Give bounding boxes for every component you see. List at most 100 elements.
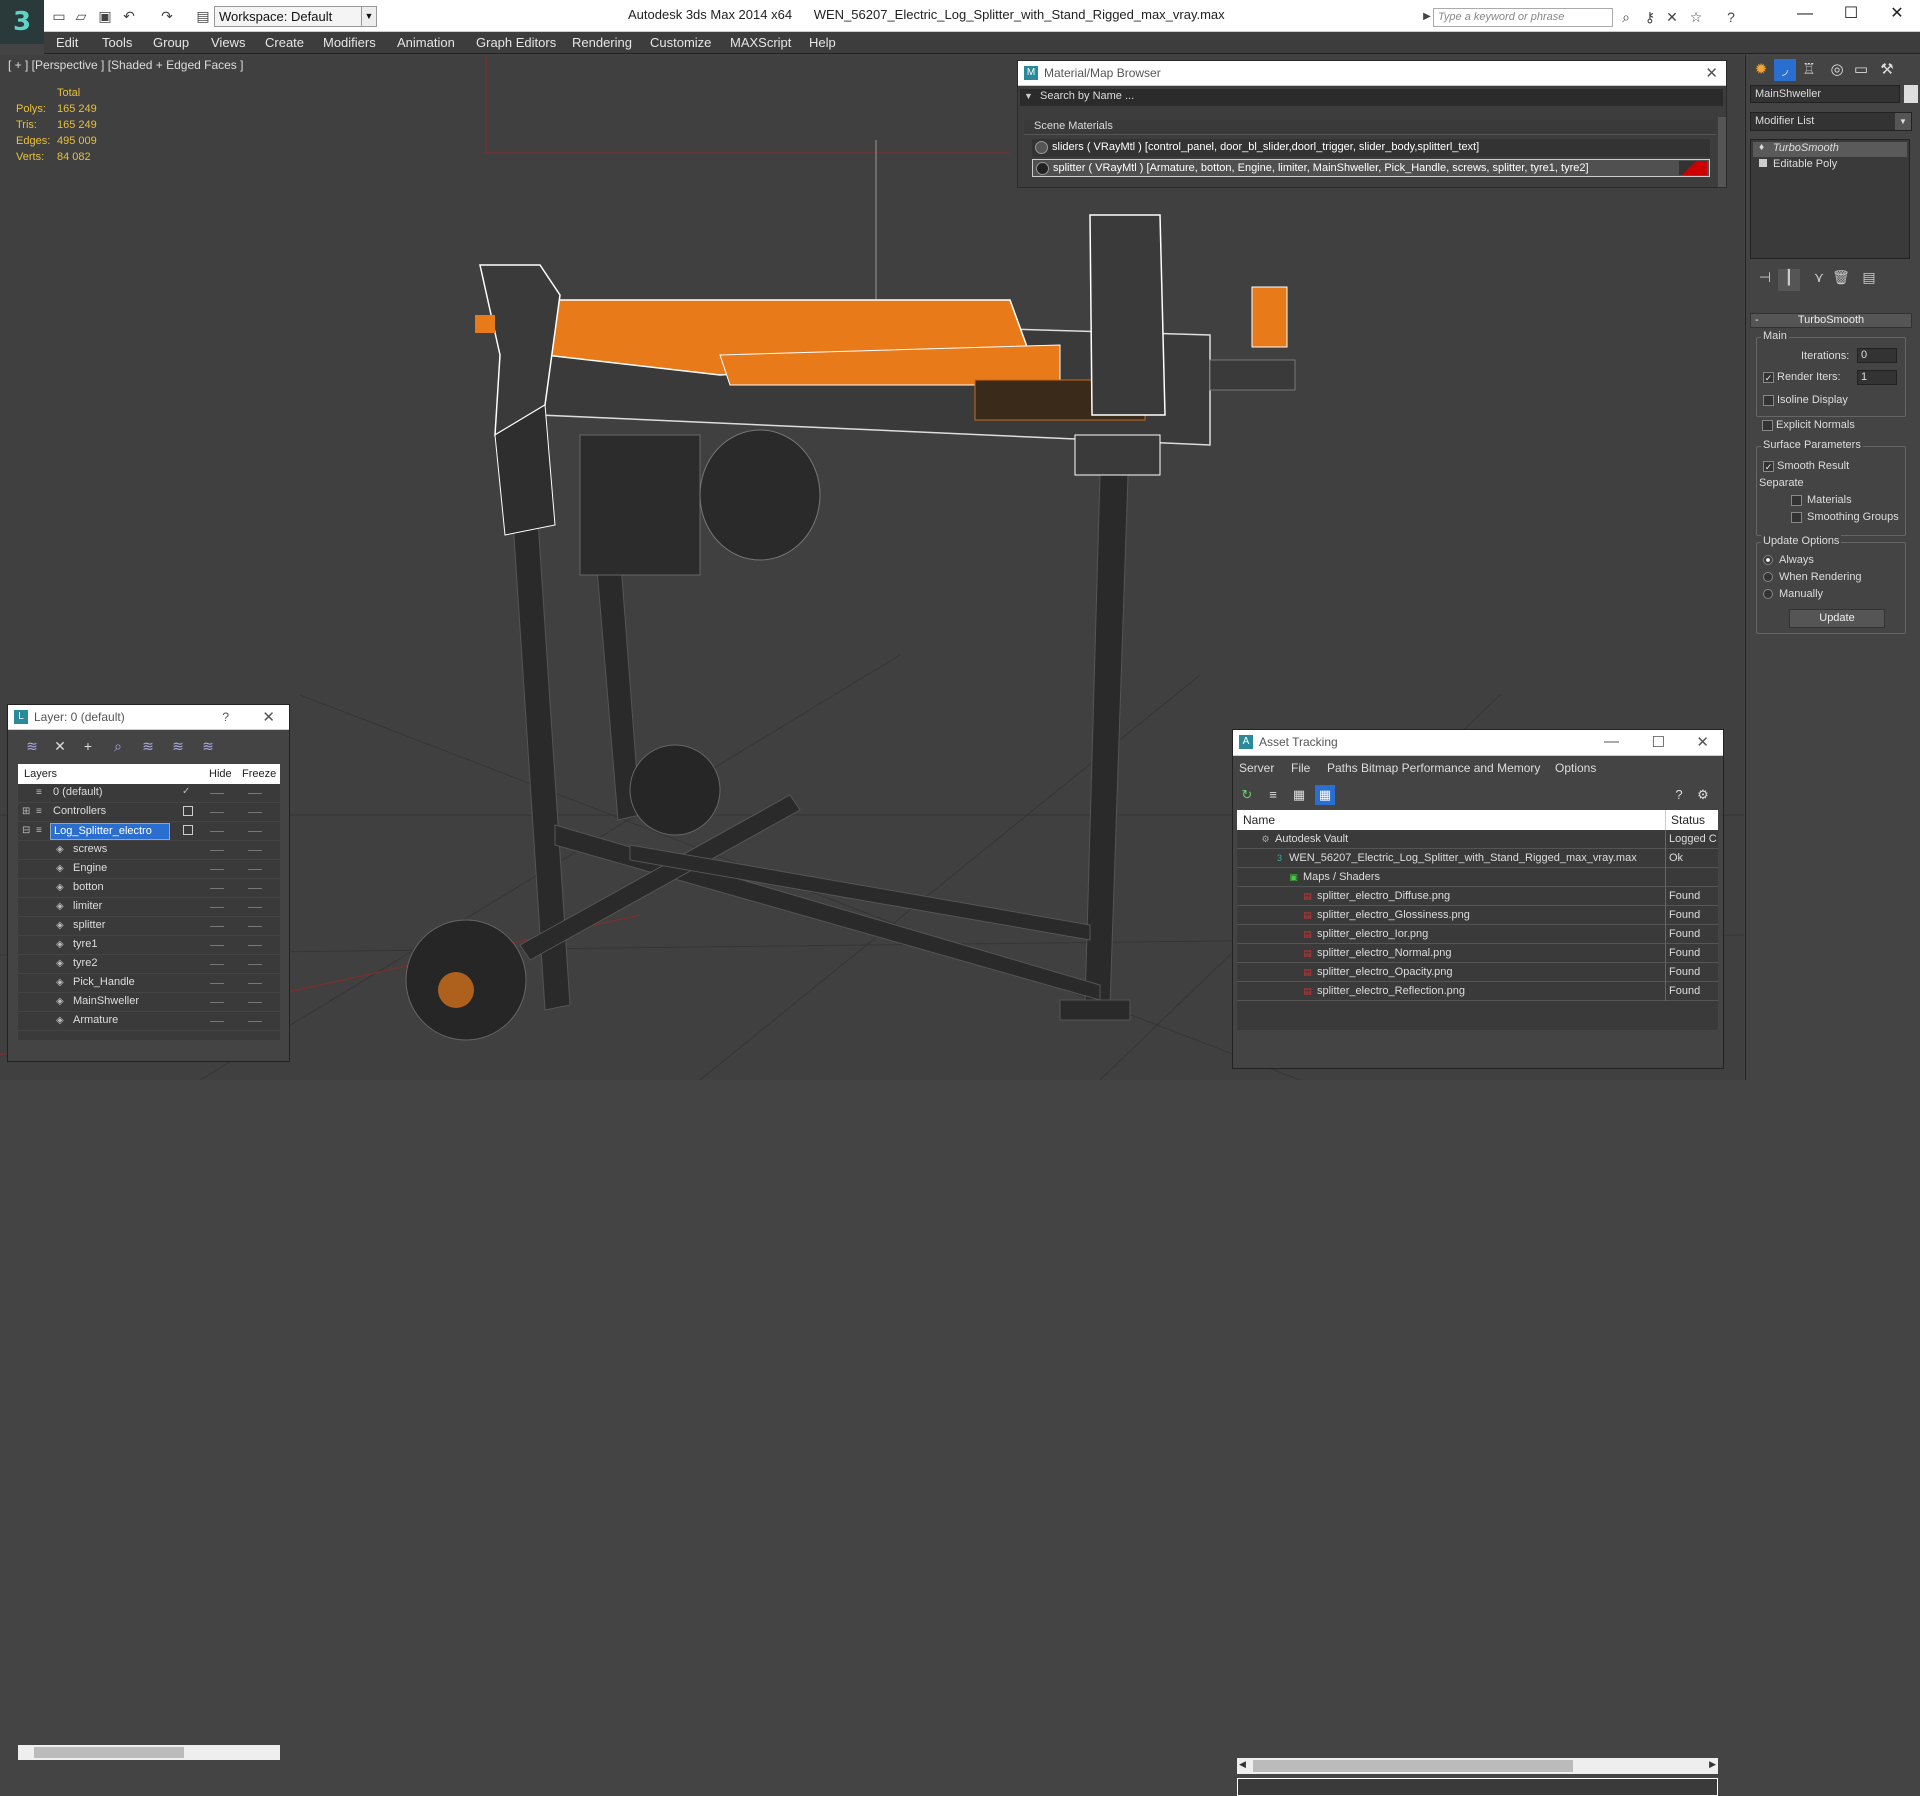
hide-toggle[interactable] (210, 888, 224, 889)
col-freeze[interactable]: Freeze (242, 768, 276, 780)
create-tab-icon[interactable]: ✹ (1750, 59, 1772, 81)
menu-file[interactable]: File (1291, 761, 1310, 775)
manually-radio[interactable] (1763, 589, 1773, 599)
freeze-toggle[interactable] (248, 945, 262, 946)
explicit-normals-checkbox[interactable] (1762, 420, 1773, 431)
freeze-toggle[interactable] (248, 793, 262, 794)
help-icon[interactable]: ? (1722, 8, 1740, 26)
freeze-toggle[interactable] (248, 1002, 262, 1003)
remove-modifier-icon[interactable]: 🗑 (1830, 269, 1852, 291)
table-view-icon[interactable]: ▦ (1315, 785, 1335, 805)
isoline-checkbox[interactable] (1763, 395, 1774, 406)
stack-item-turbosmooth[interactable]: ♦ TurboSmooth (1753, 142, 1907, 157)
material-row-sliders[interactable]: sliders ( VRayMtl ) [control_panel, door… (1032, 139, 1710, 157)
show-end-result-icon[interactable]: ┃ (1778, 269, 1800, 291)
chevron-down-icon[interactable]: ▼ (361, 6, 377, 27)
details-view-icon[interactable]: ▦ (1289, 785, 1309, 805)
set-current-box-icon[interactable] (183, 806, 193, 816)
hide-toggle[interactable] (210, 926, 224, 927)
freeze-toggle[interactable] (248, 1021, 262, 1022)
hide-toggle[interactable] (210, 1002, 224, 1003)
collapse-icon[interactable]: ⊟ (22, 825, 34, 837)
menu-bitmap-performance[interactable]: Bitmap Performance and Memory (1361, 761, 1540, 775)
close-icon[interactable]: ✕ (1696, 733, 1709, 751)
object-color-swatch[interactable] (1904, 85, 1918, 103)
open-file-icon[interactable]: ▱ (72, 7, 90, 25)
render-iters-spinner[interactable]: 1 (1857, 370, 1897, 385)
freeze-toggle[interactable] (248, 888, 262, 889)
menu-paths[interactable]: Paths (1327, 761, 1358, 775)
scrollbar-thumb[interactable] (1253, 1760, 1573, 1772)
material-search-input[interactable]: Search by Name ... (1020, 89, 1723, 106)
stack-item-editable-poly[interactable]: Editable Poly (1753, 158, 1907, 173)
asset-row[interactable]: ▤ splitter_electro_Diffuse.png Found (1237, 887, 1718, 906)
asset-row[interactable]: ▤ splitter_electro_Normal.png Found (1237, 944, 1718, 963)
object-name-field[interactable]: MainShweller (1750, 85, 1900, 103)
scroll-right-icon[interactable]: ▶ (1709, 1759, 1716, 1770)
chevron-down-icon[interactable]: ▼ (1895, 113, 1911, 130)
layer-row[interactable]: ◈ limiter (18, 898, 280, 917)
update-button[interactable]: Update (1789, 609, 1885, 628)
scrollbar-thumb[interactable] (34, 1747, 184, 1758)
hide-toggle[interactable] (210, 812, 224, 813)
scene-materials-section[interactable]: Scene Materials (1024, 120, 1716, 135)
menu-options[interactable]: Options (1555, 761, 1596, 775)
list-view-icon[interactable]: ≡ (1263, 785, 1283, 805)
make-unique-icon[interactable]: ⋎ (1808, 269, 1830, 291)
star-icon[interactable]: ☆ (1687, 8, 1705, 26)
utilities-tab-icon[interactable]: ⚒ (1876, 59, 1898, 81)
project-folder-icon[interactable]: ▤ (194, 7, 212, 25)
hide-all-icon[interactable]: ≋ (168, 736, 188, 756)
asset-row[interactable]: ▤ splitter_electro_Reflection.png Found (1237, 982, 1718, 1001)
hide-toggle[interactable] (210, 907, 224, 908)
pin-stack-icon[interactable]: ⊣ (1754, 269, 1776, 291)
menu-rendering[interactable]: Rendering (572, 35, 632, 50)
column-divider[interactable] (1665, 810, 1666, 830)
minimize-button[interactable]: — (1782, 0, 1828, 30)
refresh-icon[interactable]: ↻ (1237, 785, 1257, 805)
hide-toggle[interactable] (210, 850, 224, 851)
menu-views[interactable]: Views (211, 35, 245, 50)
scrollbar[interactable] (1718, 117, 1726, 187)
tools-icon[interactable]: ✕ (1663, 8, 1681, 26)
col-hide[interactable]: Hide (209, 768, 232, 780)
layer-row[interactable]: ◈ tyre1 (18, 936, 280, 955)
hide-toggle[interactable] (210, 1021, 224, 1022)
asset-row[interactable]: ⚙ Autodesk Vault Logged C (1237, 830, 1718, 849)
new-file-icon[interactable]: ▭ (50, 7, 68, 25)
close-button[interactable]: ✕ (1874, 0, 1920, 30)
set-current-box-icon[interactable] (183, 825, 193, 835)
menu-server[interactable]: Server (1239, 761, 1274, 775)
layer-row[interactable]: ◈ botton (18, 879, 280, 898)
app-logo-icon[interactable]: 3 (0, 0, 44, 44)
render-iters-checkbox[interactable]: ✓ (1763, 372, 1774, 383)
search-options-icon[interactable]: ▼ (1024, 91, 1033, 101)
freeze-toggle[interactable] (248, 926, 262, 927)
hide-toggle[interactable] (210, 831, 224, 832)
motion-tab-icon[interactable]: ◎ (1826, 59, 1848, 81)
horizontal-scrollbar[interactable] (18, 1745, 280, 1760)
asset-row[interactable]: ▤ splitter_electro_Glossiness.png Found (1237, 906, 1718, 925)
freeze-all-icon[interactable]: ≋ (198, 736, 218, 756)
menu-edit[interactable]: Edit (56, 35, 78, 50)
menu-customize[interactable]: Customize (650, 35, 711, 50)
smooth-result-checkbox[interactable]: ✓ (1763, 461, 1774, 472)
modifier-list-dropdown[interactable]: Modifier List ▼ (1750, 112, 1912, 131)
layer-row[interactable]: ◈ MainShweller (18, 993, 280, 1012)
maximize-icon[interactable]: ☐ (1652, 733, 1665, 751)
search-input[interactable]: Type a keyword or phrase (1433, 8, 1613, 27)
layer-row[interactable]: ◈ Engine (18, 860, 280, 879)
menu-create[interactable]: Create (265, 35, 304, 50)
modify-tab-icon[interactable]: ◞ (1774, 59, 1796, 81)
highlight-icon[interactable]: ≋ (138, 736, 158, 756)
turbosmooth-rollout-header[interactable]: - TurboSmooth (1750, 313, 1912, 328)
menu-animation[interactable]: Animation (397, 35, 455, 50)
when-rendering-radio[interactable] (1763, 572, 1773, 582)
asset-row[interactable]: ▤ splitter_electro_Ior.png Found (1237, 925, 1718, 944)
redo-icon[interactable]: ↷ (158, 7, 176, 25)
layer-row[interactable]: ≡ ⊞ Controllers (18, 803, 280, 822)
layer-manager-titlebar[interactable]: L Layer: 0 (default) ? ✕ (8, 705, 289, 730)
col-layers[interactable]: Layers (24, 768, 57, 780)
col-status[interactable]: Status (1671, 813, 1705, 827)
menu-group[interactable]: Group (153, 35, 189, 50)
